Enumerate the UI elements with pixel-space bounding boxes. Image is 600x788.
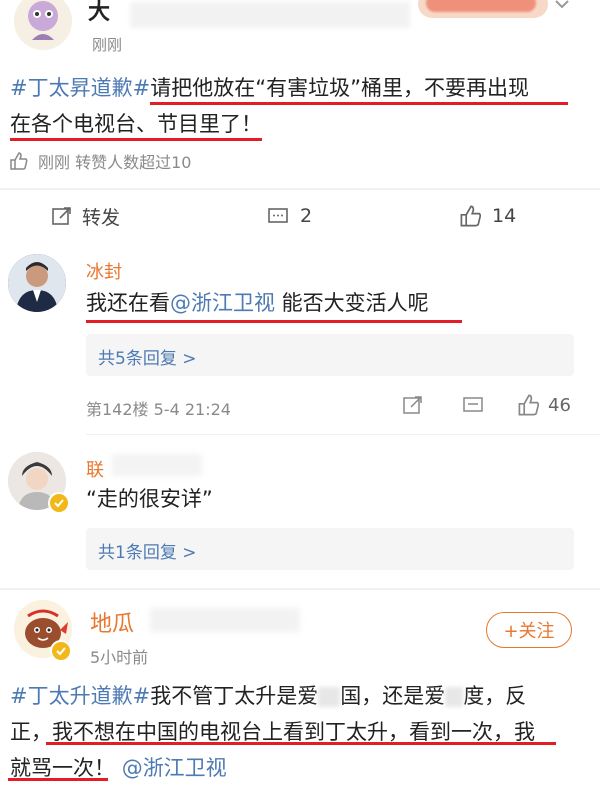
red-underline bbox=[86, 320, 462, 323]
divider bbox=[0, 188, 600, 190]
like-meta-text: 刚刚 转赞人数超过10 bbox=[38, 153, 192, 172]
blurred-word bbox=[318, 687, 341, 707]
replies-box[interactable]: 共1条回复 > bbox=[86, 528, 574, 570]
repost-icon bbox=[50, 204, 74, 228]
comment-floor-meta: 第142楼 5-4 21:24 bbox=[86, 400, 231, 419]
post-text-line1c: 度，反 bbox=[463, 684, 527, 708]
post-text: #丁太升道歉#我不管丁太升是爱 国，还是爱 度，反 正，我不想在中国的电视台上看到丁… bbox=[10, 678, 594, 786]
comment-like-count: 46 bbox=[548, 394, 571, 416]
red-underline bbox=[46, 742, 556, 745]
red-underline bbox=[8, 778, 108, 781]
chevron-down-icon[interactable] bbox=[552, 0, 572, 14]
follow-label: +关注 bbox=[503, 621, 555, 642]
user-avatar[interactable] bbox=[14, 0, 72, 50]
red-underline bbox=[150, 102, 568, 105]
post-time: 刚刚 bbox=[92, 36, 123, 54]
blurred-header-area bbox=[130, 2, 410, 28]
red-underline bbox=[10, 138, 262, 141]
comment-text: 我还在看@浙江卫视 能否大变活人呢 bbox=[86, 288, 429, 318]
post-text: #丁太昇道歉#请把他放在“有害垃圾”桶里，不要再出现 在各个电视台、节目里了！ bbox=[10, 70, 590, 142]
post-username[interactable]: 地瓜 bbox=[90, 606, 134, 638]
repost-button[interactable]: 转发 bbox=[50, 200, 120, 232]
comment-like-button[interactable]: 46 bbox=[516, 390, 571, 420]
cartoon-avatar-icon bbox=[14, 0, 72, 50]
hashtag-link[interactable]: #丁太升道歉# bbox=[10, 684, 150, 708]
follow-button[interactable]: +关注 bbox=[486, 612, 572, 648]
commenter-avatar[interactable] bbox=[8, 254, 66, 312]
divider bbox=[0, 588, 600, 590]
commenter-name[interactable]: 冰封 bbox=[86, 258, 122, 284]
repost-label: 转发 bbox=[82, 206, 121, 229]
post-text-line3: 就骂一次！ bbox=[10, 756, 115, 780]
post-text-line2: 在各个电视台、节目里了！ bbox=[10, 112, 262, 136]
post-text-line1: 请把他放在“有害垃圾”桶里，不要再出现 bbox=[150, 76, 529, 100]
mention-link[interactable]: @浙江卫视 bbox=[170, 291, 275, 315]
post-text-line1: 我不管丁太升是爱 bbox=[150, 684, 319, 708]
replies-link[interactable]: 共1条回复 > bbox=[98, 538, 196, 563]
blurred-word bbox=[445, 687, 464, 707]
repost-icon[interactable] bbox=[400, 392, 426, 418]
post-username[interactable]: 大 bbox=[88, 0, 110, 26]
like-count: 14 bbox=[492, 205, 517, 227]
weibo-feed: 大 刚刚 #丁太昇道歉#请把他放在“有害垃圾”桶里，不要再出现 在各个电视台、节… bbox=[0, 0, 600, 788]
comment-text-suffix: 能否大变活人呢 bbox=[275, 291, 429, 315]
thumbs-up-icon bbox=[516, 392, 542, 418]
thumbs-up-icon bbox=[458, 203, 484, 229]
person-avatar-icon bbox=[8, 254, 66, 312]
commenter-name[interactable]: 联 bbox=[86, 456, 104, 482]
comment-icon bbox=[266, 204, 290, 228]
like-meta-row: 刚刚 转赞人数超过10 bbox=[8, 148, 191, 174]
promo-badge[interactable] bbox=[418, 0, 548, 18]
blurred-region bbox=[112, 454, 202, 476]
divider bbox=[86, 434, 600, 435]
comment-button[interactable]: 2 bbox=[266, 200, 312, 232]
comment-text: “走的很安详” bbox=[86, 487, 213, 511]
comment-text-prefix: 我还在看 bbox=[86, 291, 170, 315]
hashtag-link[interactable]: #丁太昇道歉# bbox=[10, 76, 150, 100]
verified-badge-icon bbox=[50, 640, 72, 662]
replies-box[interactable]: 共5条回复 > bbox=[86, 334, 574, 376]
post-text-line1b: 国，还是爱 bbox=[340, 684, 446, 708]
thumbs-up-icon bbox=[8, 150, 30, 172]
post-time: 5小时前 bbox=[90, 648, 149, 667]
verified-badge-icon bbox=[48, 492, 70, 514]
blurred-region bbox=[150, 608, 300, 632]
mention-link[interactable]: @浙江卫视 bbox=[122, 756, 227, 780]
replies-link[interactable]: 共5条回复 > bbox=[98, 344, 196, 369]
comment-icon[interactable] bbox=[460, 392, 486, 418]
comment-count: 2 bbox=[300, 205, 313, 227]
post-text-line2: 正，我不想在中国的电视台上看到丁太升，看到一次，我 bbox=[10, 720, 535, 744]
like-button[interactable]: 14 bbox=[458, 200, 516, 232]
